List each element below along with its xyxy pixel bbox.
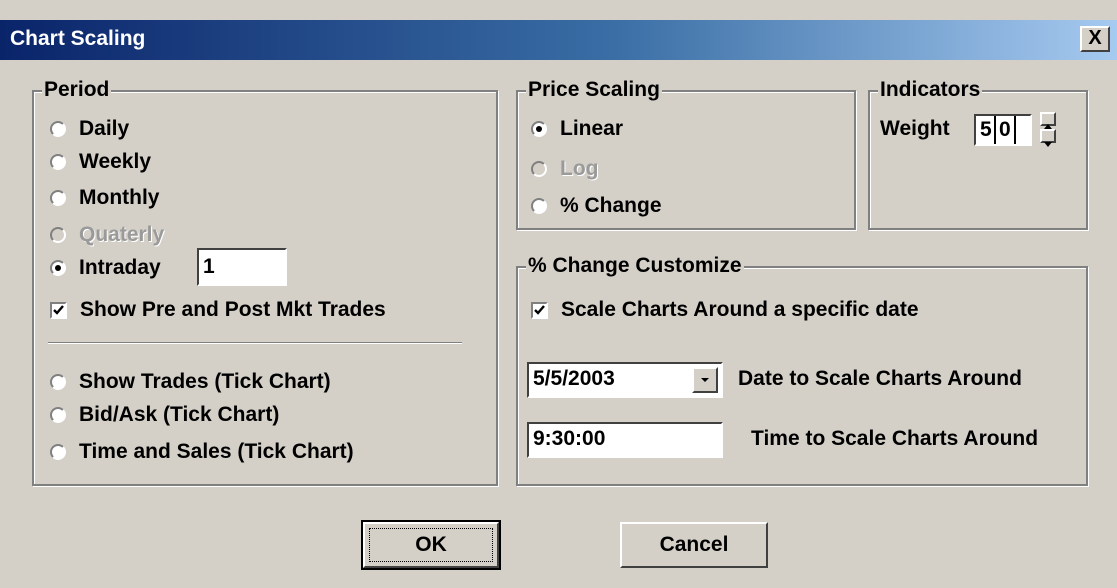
cancel-button[interactable]: Cancel [620,522,768,568]
arrow-down-icon [1044,142,1052,147]
radio-show-trades[interactable]: Show Trades (Tick Chart) [50,370,331,394]
scale-around-label: Scale Charts Around a specific date [561,298,919,321]
weight-spinner[interactable] [1040,112,1056,147]
radio-weekly[interactable]: Weekly [50,150,151,174]
close-button[interactable]: X [1080,26,1110,52]
radio-intraday[interactable]: Intraday [50,256,161,280]
radio-log: Log [531,157,598,181]
radio-bid-ask[interactable]: Bid/Ask (Tick Chart) [50,403,279,427]
radio-weekly-label: Weekly [79,150,151,173]
radio-time-sales-circle[interactable] [50,444,66,460]
show-pre-post-label: Show Pre and Post Mkt Trades [80,298,386,321]
radio-quaterly: Quaterly [50,223,164,247]
weight-digit-divider [994,116,996,144]
show-pre-post-checkbox[interactable]: Show Pre and Post Mkt Trades [50,298,386,322]
radio-percent-change-circle[interactable] [531,198,547,214]
radio-bid-ask-circle[interactable] [50,407,66,423]
intraday-input[interactable]: 1 [197,248,287,286]
date-label: Date to Scale Charts Around [738,367,1022,390]
ok-focus-rect [369,528,493,562]
weight-digit-first: 5 [980,118,992,141]
radio-weekly-circle[interactable] [50,154,66,170]
time-label: Time to Scale Charts Around [751,427,1039,450]
radio-intraday-circle[interactable] [50,260,66,276]
scale-around-checkbox[interactable]: Scale Charts Around a specific date [531,298,919,322]
cancel-label: Cancel [659,533,729,556]
radio-daily-circle[interactable] [50,121,66,137]
weight-digit-second: 0 [999,118,1011,141]
radio-log-circle [531,161,547,177]
title-bar: Chart Scaling X [0,20,1117,60]
radio-linear[interactable]: Linear [531,117,623,141]
radio-linear-label: Linear [560,117,624,140]
ok-button[interactable]: OK [361,520,501,570]
spin-up-button[interactable] [1040,112,1056,129]
weight-label: Weight [880,117,950,140]
spin-down-button[interactable] [1040,129,1056,147]
period-separator [48,342,462,344]
date-value: 5/5/2003 [533,367,615,390]
indicators-title: Indicators [878,78,983,101]
weight-digit-1[interactable]: 5 0 [974,114,1032,146]
change-customize-title: % Change Customize [526,254,744,277]
radio-show-trades-circle[interactable] [50,374,66,390]
radio-time-sales-label: Time and Sales (Tick Chart) [79,440,354,463]
radio-time-sales[interactable]: Time and Sales (Tick Chart) [50,440,354,464]
radio-linear-circle[interactable] [531,121,547,137]
window-title: Chart Scaling [10,27,146,50]
radio-monthly-label: Monthly [79,186,160,209]
radio-percent-change-label: % Change [560,194,662,217]
radio-intraday-label: Intraday [79,256,161,279]
time-input[interactable]: 9:30:00 [527,422,723,458]
radio-daily[interactable]: Daily [50,117,129,141]
checkmark-icon [53,304,64,315]
radio-daily-label: Daily [79,117,130,140]
radio-quaterly-label: Quaterly [79,223,165,246]
close-icon: X [1088,27,1102,49]
date-dropdown-button[interactable] [692,367,718,393]
radio-percent-change[interactable]: % Change [531,194,662,218]
radio-monthly-circle[interactable] [50,190,66,206]
chevron-down-icon [701,378,709,382]
price-scaling-title: Price Scaling [526,78,662,101]
show-pre-post-check[interactable] [50,301,67,319]
weight-digit-divider-2 [1014,116,1016,144]
checkmark-icon [534,304,545,315]
radio-log-label: Log [560,157,599,180]
period-group-title: Period [42,78,112,101]
radio-monthly[interactable]: Monthly [50,186,159,210]
radio-quaterly-circle [50,227,66,243]
scale-around-check[interactable] [531,301,548,319]
radio-bid-ask-label: Bid/Ask (Tick Chart) [79,403,280,426]
radio-show-trades-label: Show Trades (Tick Chart) [79,370,331,393]
indicators-group: Indicators [868,79,1088,230]
